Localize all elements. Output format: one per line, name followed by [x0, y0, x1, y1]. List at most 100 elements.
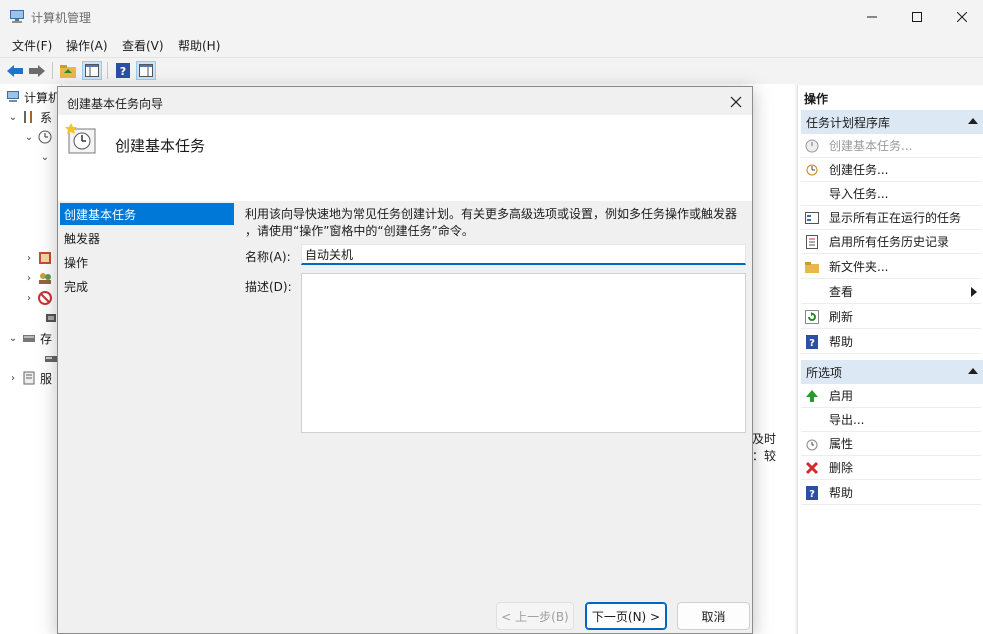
menu-action[interactable]: 操作(A): [66, 37, 108, 54]
task-description-input[interactable]: [301, 273, 746, 433]
actions-pane: 操作 任务计划程序库 创建基本任务... 创建任务... 导入任务... 显示所…: [797, 85, 983, 634]
action-export[interactable]: 导出...: [801, 408, 981, 432]
history-icon: [805, 234, 819, 249]
tree-item-task-scheduler[interactable]: ⌄: [24, 128, 52, 146]
tree-item-services[interactable]: › 服: [8, 369, 52, 387]
help-book-icon: ?: [116, 63, 130, 78]
clock-star-icon: [805, 139, 819, 153]
disk-icon: [45, 356, 57, 362]
action-help[interactable]: ? 帮助: [801, 330, 981, 354]
tree-item-shared-folders[interactable]: ›: [24, 269, 52, 287]
tree-item-event-viewer[interactable]: ›: [24, 249, 52, 267]
toolbar-separator: [107, 62, 108, 79]
dialog-close-button[interactable]: [723, 91, 749, 113]
action-new-folder[interactable]: 新文件夹...: [801, 255, 981, 279]
action-delete[interactable]: 删除: [801, 456, 981, 480]
menu-help[interactable]: 帮助(H): [178, 37, 220, 54]
back-button[interactable]: < 上一步(B): [496, 602, 574, 630]
menu-file[interactable]: 文件(F): [12, 37, 52, 54]
step-action[interactable]: 操作: [60, 251, 234, 273]
computer-management-icon: [10, 10, 24, 23]
refresh-icon: [805, 309, 819, 324]
maximize-icon: [912, 11, 922, 22]
help-icon: ?: [805, 485, 819, 500]
svg-text:?: ?: [809, 489, 815, 500]
cancel-button[interactable]: 取消: [677, 602, 750, 630]
clock-icon: [805, 437, 819, 451]
menu-bar: 文件(F) 操作(A) 查看(V) 帮助(H): [0, 33, 983, 56]
clock-icon: [805, 163, 819, 177]
minimize-icon: [867, 16, 877, 17]
tree-item-library[interactable]: ⌄: [40, 148, 50, 166]
help-icon: ?: [805, 334, 819, 349]
action-pane-icon: [139, 64, 153, 77]
tree-item-system-tools[interactable]: ⌄ 系: [8, 108, 52, 126]
device-icon: [46, 314, 56, 322]
close-icon: [730, 96, 742, 108]
show-hide-action-pane-button[interactable]: [136, 61, 156, 80]
chevron-down-icon[interactable]: ⌄: [8, 112, 18, 123]
action-create-basic-task[interactable]: 创建基本任务...: [801, 134, 981, 158]
tree-item-performance[interactable]: ›: [24, 289, 52, 307]
action-enable-history[interactable]: 启用所有任务历史记录: [801, 230, 981, 254]
chevron-right-icon[interactable]: ›: [24, 273, 34, 284]
folder-up-icon: [60, 64, 76, 78]
action-enable[interactable]: 启用: [801, 384, 981, 408]
action-view[interactable]: 查看: [801, 280, 981, 304]
actions-section-library[interactable]: 任务计划程序库: [801, 110, 983, 134]
chevron-down-icon[interactable]: ⌄: [40, 152, 50, 163]
chevron-right-icon[interactable]: ›: [24, 253, 34, 264]
actions-section-selected[interactable]: 所选项: [801, 360, 983, 384]
svg-text:?: ?: [120, 65, 126, 78]
console-tree-icon: [85, 64, 99, 77]
chevron-down-icon[interactable]: ⌄: [8, 333, 18, 344]
step-create-basic-task[interactable]: 创建基本任务: [60, 203, 234, 225]
minimize-button[interactable]: [849, 0, 895, 33]
wizard-heading: 创建基本任务: [115, 137, 206, 155]
services-icon: [23, 371, 35, 385]
collapse-caret-icon[interactable]: [968, 368, 978, 374]
forward-button[interactable]: [27, 61, 47, 80]
event-viewer-icon: [39, 252, 51, 264]
title-bar: 计算机管理: [0, 0, 983, 33]
back-button[interactable]: [5, 61, 25, 80]
toolbar: ?: [0, 57, 983, 82]
tree-item-disk-management[interactable]: [40, 349, 58, 367]
action-import-task[interactable]: 导入任务...: [801, 182, 981, 206]
middle-text-fragment: 及时: [752, 432, 777, 446]
collapse-caret-icon[interactable]: [968, 118, 978, 124]
wizard-header: 创建基本任务: [58, 115, 752, 201]
running-tasks-icon: [805, 211, 819, 225]
dialog-title: 创建基本任务向导: [67, 97, 164, 111]
tree-item-device-manager[interactable]: [40, 309, 58, 327]
chevron-down-icon[interactable]: ⌄: [24, 132, 34, 143]
close-button[interactable]: [939, 0, 983, 33]
step-finish[interactable]: 完成: [60, 275, 234, 297]
toolbar-separator: [52, 62, 53, 79]
action-show-running-tasks[interactable]: 显示所有正在运行的任务: [801, 206, 981, 230]
action-properties[interactable]: 属性: [801, 432, 981, 456]
up-arrow-icon: [805, 389, 819, 403]
action-refresh[interactable]: 刷新: [801, 305, 981, 329]
menu-view[interactable]: 查看(V): [122, 37, 164, 54]
next-button[interactable]: 下一页(N) >: [585, 602, 667, 630]
clock-icon: [38, 130, 52, 144]
maximize-button[interactable]: [894, 0, 940, 33]
task-wizard-icon: [65, 123, 96, 154]
action-create-task[interactable]: 创建任务...: [801, 158, 981, 182]
tree-item-storage[interactable]: ⌄ 存: [8, 329, 52, 347]
up-folder-button[interactable]: [58, 61, 78, 80]
task-name-input[interactable]: [301, 244, 746, 265]
tree-item-computer[interactable]: 计算机: [2, 88, 60, 106]
actions-header: 操作: [804, 92, 829, 106]
help-toolbar-button[interactable]: ?: [113, 61, 133, 80]
show-hide-tree-button[interactable]: [82, 61, 102, 80]
name-label: 名称(A):: [245, 250, 291, 264]
forward-arrow-icon: [29, 64, 45, 77]
chevron-right-icon[interactable]: ›: [24, 293, 34, 304]
action-help-selected[interactable]: ? 帮助: [801, 481, 981, 505]
wizard-content: 利用该向导快速地为常见任务创建计划。有关更多高级选项或设置，例如多任务操作或触发…: [238, 201, 752, 633]
middle-text-fragment: ：较: [752, 449, 777, 463]
chevron-right-icon[interactable]: ›: [8, 373, 18, 384]
step-trigger[interactable]: 触发器: [60, 227, 234, 249]
